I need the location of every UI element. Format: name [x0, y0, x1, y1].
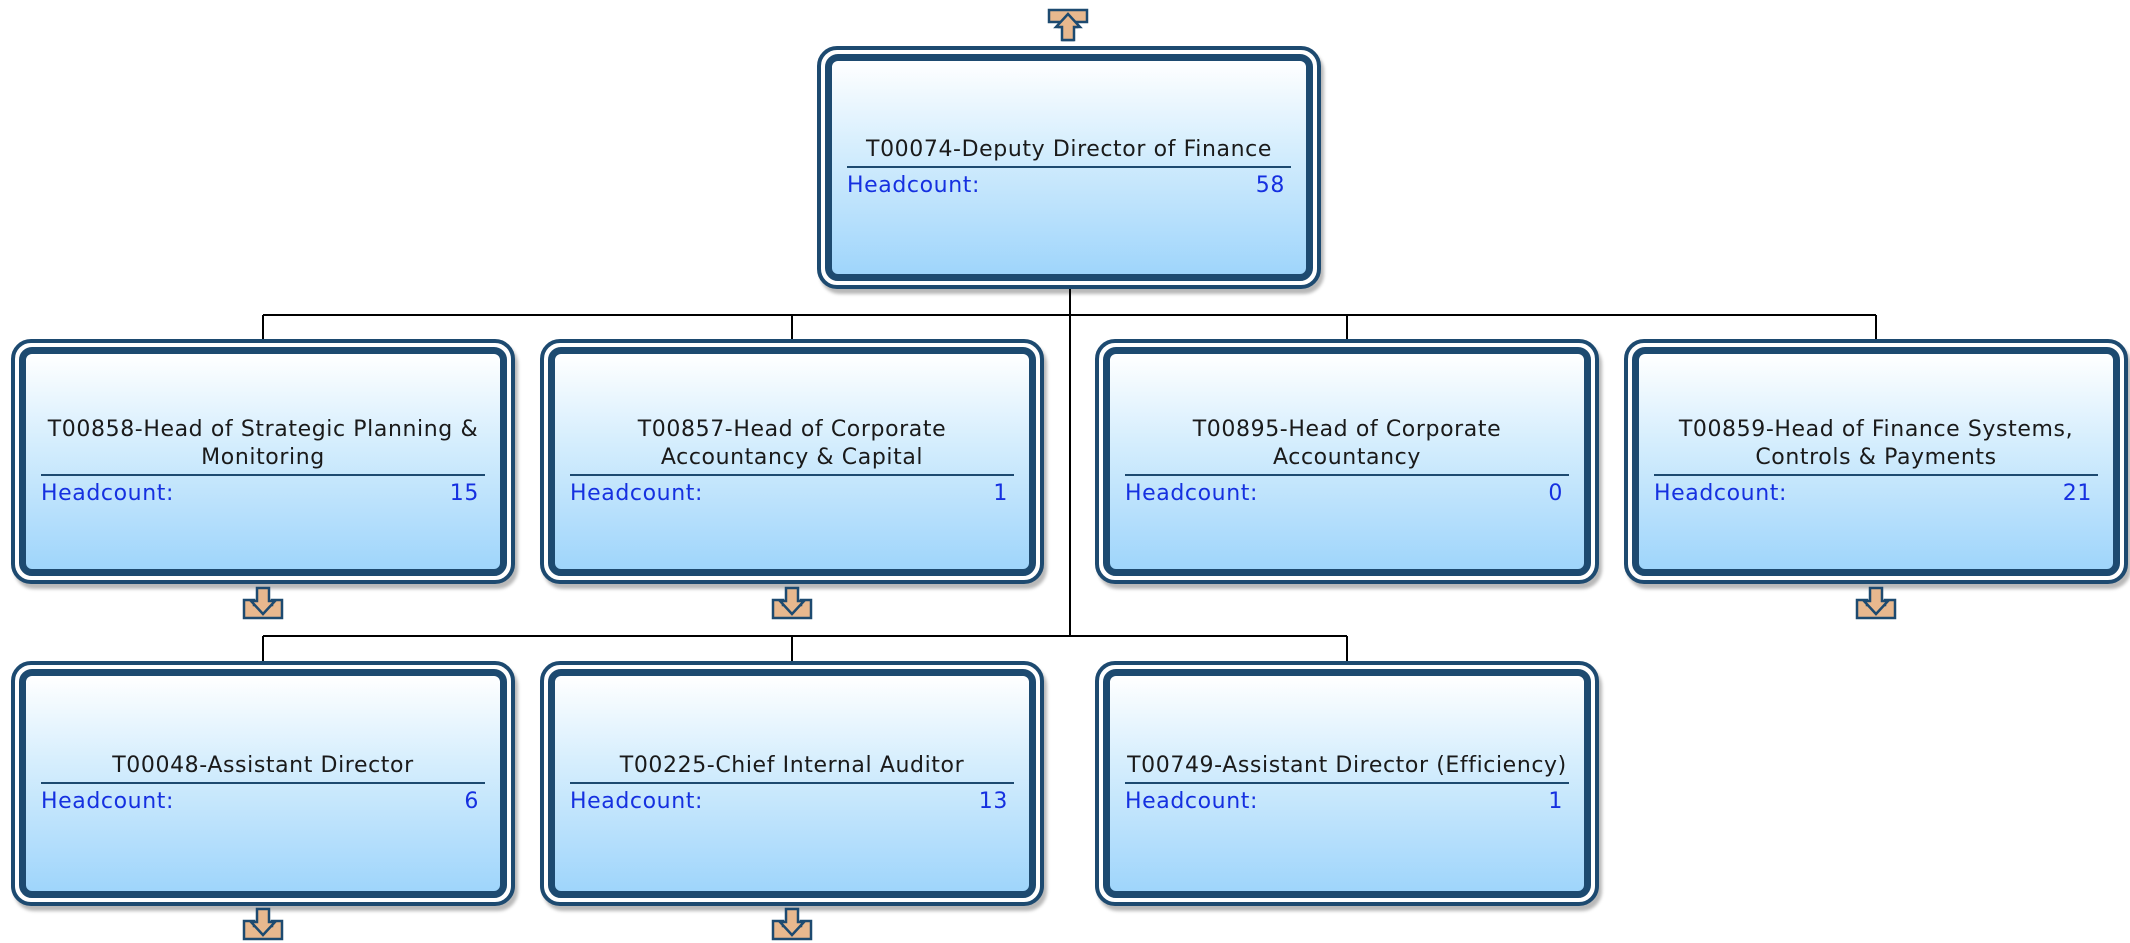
org-node-t00895[interactable]: T00895-Head of Corporate Accountancy Hea…	[1095, 339, 1599, 584]
node-body: T00048-Assistant Director Headcount: 6	[19, 669, 507, 898]
headcount-row: Headcount: 15	[41, 480, 485, 508]
expand-down-icon[interactable]	[242, 907, 284, 941]
node-title: T00074-Deputy Director of Finance	[847, 136, 1291, 168]
node-title: T00225-Chief Internal Auditor	[570, 752, 1014, 784]
node-content: T00225-Chief Internal Auditor Headcount:…	[570, 752, 1014, 816]
node-title: T00859-Head of Finance Systems, Controls…	[1654, 416, 2098, 476]
headcount-row: Headcount: 58	[847, 172, 1291, 200]
org-node-t00859[interactable]: T00859-Head of Finance Systems, Controls…	[1624, 339, 2128, 584]
headcount-row: Headcount: 0	[1125, 480, 1569, 508]
node-body: T00859-Head of Finance Systems, Controls…	[1632, 347, 2120, 576]
org-node-t00858[interactable]: T00858-Head of Strategic Planning & Moni…	[11, 339, 515, 584]
headcount-value: 0	[1548, 480, 1563, 506]
headcount-label: Headcount:	[570, 788, 704, 814]
headcount-row: Headcount: 1	[1125, 788, 1569, 816]
node-title: T00895-Head of Corporate Accountancy	[1125, 416, 1569, 476]
headcount-value: 6	[464, 788, 479, 814]
node-content: T00859-Head of Finance Systems, Controls…	[1654, 416, 2098, 508]
node-content: T00074-Deputy Director of Finance Headco…	[847, 136, 1291, 200]
headcount-value: 13	[978, 788, 1008, 814]
org-node-root[interactable]: T00074-Deputy Director of Finance Headco…	[817, 46, 1321, 289]
org-node-t00857[interactable]: T00857-Head of Corporate Accountancy & C…	[540, 339, 1044, 584]
node-title: T00858-Head of Strategic Planning & Moni…	[41, 416, 485, 476]
headcount-row: Headcount: 6	[41, 788, 485, 816]
expand-down-icon[interactable]	[242, 586, 284, 620]
headcount-row: Headcount: 1	[570, 480, 1014, 508]
headcount-label: Headcount:	[847, 172, 981, 198]
collapse-up-icon[interactable]	[1047, 8, 1089, 42]
headcount-value: 15	[449, 480, 479, 506]
node-content: T00895-Head of Corporate Accountancy Hea…	[1125, 416, 1569, 508]
node-body: T00074-Deputy Director of Finance Headco…	[825, 54, 1313, 281]
headcount-row: Headcount: 21	[1654, 480, 2098, 508]
node-body: T00225-Chief Internal Auditor Headcount:…	[548, 669, 1036, 898]
headcount-row: Headcount: 13	[570, 788, 1014, 816]
org-node-t00225[interactable]: T00225-Chief Internal Auditor Headcount:…	[540, 661, 1044, 906]
headcount-label: Headcount:	[1654, 480, 1788, 506]
node-body: T00895-Head of Corporate Accountancy Hea…	[1103, 347, 1591, 576]
node-title: T00857-Head of Corporate Accountancy & C…	[570, 416, 1014, 476]
node-content: T00858-Head of Strategic Planning & Moni…	[41, 416, 485, 508]
node-title: T00048-Assistant Director	[41, 752, 485, 784]
node-content: T00048-Assistant Director Headcount: 6	[41, 752, 485, 816]
node-title: T00749-Assistant Director (Efficiency)	[1125, 752, 1569, 784]
node-body: T00749-Assistant Director (Efficiency) H…	[1103, 669, 1591, 898]
headcount-label: Headcount:	[41, 480, 175, 506]
org-node-t00048[interactable]: T00048-Assistant Director Headcount: 6	[11, 661, 515, 906]
node-body: T00857-Head of Corporate Accountancy & C…	[548, 347, 1036, 576]
expand-down-icon[interactable]	[771, 586, 813, 620]
node-body: T00858-Head of Strategic Planning & Moni…	[19, 347, 507, 576]
headcount-label: Headcount:	[41, 788, 175, 814]
headcount-value: 1	[993, 480, 1008, 506]
headcount-value: 1	[1548, 788, 1563, 814]
node-content: T00857-Head of Corporate Accountancy & C…	[570, 416, 1014, 508]
org-node-t00749[interactable]: T00749-Assistant Director (Efficiency) H…	[1095, 661, 1599, 906]
headcount-value: 58	[1255, 172, 1285, 198]
expand-down-icon[interactable]	[771, 907, 813, 941]
headcount-label: Headcount:	[570, 480, 704, 506]
headcount-label: Headcount:	[1125, 480, 1259, 506]
headcount-value: 21	[2062, 480, 2092, 506]
expand-down-icon[interactable]	[1855, 586, 1897, 620]
node-content: T00749-Assistant Director (Efficiency) H…	[1125, 752, 1569, 816]
headcount-label: Headcount:	[1125, 788, 1259, 814]
